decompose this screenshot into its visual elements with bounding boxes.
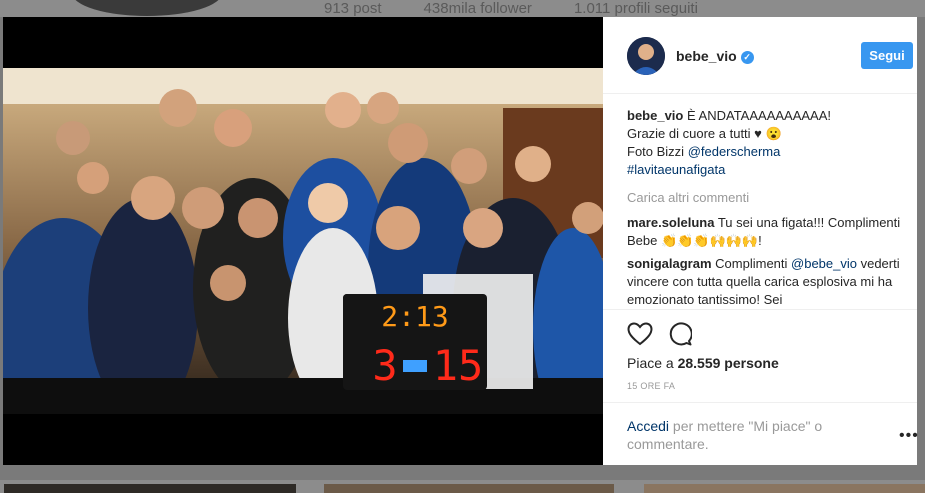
profile-avatar-background (72, 0, 222, 16)
grid-thumbnail (644, 484, 925, 493)
post-media: 2:13 3 15 (3, 17, 603, 465)
comments-list: bebe_vio È ANDATAAAAAAAAAA! Grazie di cu… (627, 107, 909, 309)
caption-line-2: Grazie di cuore a tutti ♥ 😮 (627, 126, 782, 141)
caption-line-1: È ANDATAAAAAAAAAA! (686, 108, 831, 123)
login-prompt: Accedi per mettere "Mi piace" o commenta… (627, 417, 857, 453)
following-count: 1.011 profili seguiti (573, 0, 698, 17)
profile-stats: 913 post 438mila follower 1.011 profili se… (324, 0, 740, 17)
comment-mention-link[interactable]: @bebe_vio (791, 256, 857, 271)
post-timestamp[interactable]: 15 ORE FA (627, 381, 675, 391)
scoreboard-right-score: 15 (433, 341, 484, 390)
load-more-comments-button[interactable]: Carica altri commenti (627, 189, 909, 207)
comment-username[interactable]: sonigalagram (627, 256, 712, 271)
caption: bebe_vio È ANDATAAAAAAAAAA! Grazie di cu… (627, 107, 909, 179)
more-options-icon[interactable]: ••• (899, 427, 919, 445)
post-photo[interactable]: 2:13 3 15 (3, 68, 603, 414)
likes-value[interactable]: 28.559 persone (678, 355, 779, 371)
scoreboard-left-score: 3 (372, 341, 397, 390)
profile-header-background: 913 post 438mila follower 1.011 profili se… (0, 0, 925, 17)
post-header: bebe_vio ✓ Segui (603, 17, 917, 94)
heart-icon[interactable] (627, 322, 653, 351)
caption-hashtag-link[interactable]: #lavitaeunafigata (627, 161, 909, 179)
scoreboard-time: 2:13 (381, 300, 448, 333)
post-sidebar: bebe_vio ✓ Segui bebe_vio È ANDATAAAAAAAA… (603, 17, 918, 466)
username-link[interactable]: bebe_vio ✓ (676, 48, 754, 64)
followers-count: 438mila follower (423, 0, 532, 17)
likes-count[interactable]: Piace a 28.559 persone (627, 355, 779, 371)
grid-thumbnail (324, 484, 614, 493)
caption-mention-link[interactable]: @federscherma (688, 144, 781, 159)
comment-text: Complimenti (715, 256, 792, 271)
user-avatar[interactable] (627, 37, 665, 75)
comment-icon[interactable] (668, 322, 693, 351)
username[interactable]: bebe_vio (676, 48, 737, 64)
login-row: Accedi per mettere "Mi piace" o commenta… (603, 402, 918, 452)
post-modal: 2:13 3 15 bebe_vio ✓ Segui bebe_vio È AND… (3, 17, 918, 466)
verified-badge-icon: ✓ (740, 51, 754, 64)
likes-prefix: Piace a (627, 355, 678, 371)
grid-thumbnail (4, 484, 296, 493)
post-actions: Piace a 28.559 persone 15 ORE FA Accedi … (603, 309, 918, 466)
comment-item: mare.soleluna Tu sei una figata!!! Compl… (627, 214, 909, 250)
caption-username[interactable]: bebe_vio (627, 108, 683, 123)
login-link[interactable]: Accedi (627, 418, 669, 434)
caption-line-3: Foto Bizzi (627, 144, 688, 159)
comment-username[interactable]: mare.soleluna (627, 215, 714, 230)
comment-item: sonigalagram Complimenti @bebe_vio veder… (627, 255, 909, 309)
posts-count: 913 post (324, 0, 382, 17)
follow-button[interactable]: Segui (861, 42, 913, 69)
